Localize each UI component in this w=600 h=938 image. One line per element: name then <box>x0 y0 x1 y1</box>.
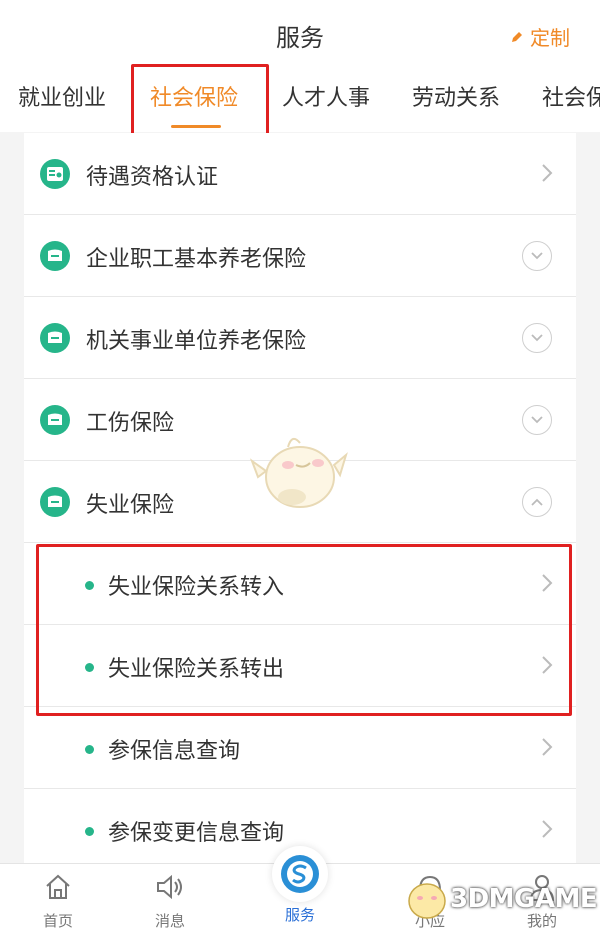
list-item-benefit-qualification[interactable]: 待遇资格认证 <box>24 133 576 215</box>
chevron-right-icon <box>542 164 553 182</box>
bullet-dot <box>85 745 94 754</box>
expand-toggle[interactable] <box>522 241 552 271</box>
service-center-button[interactable] <box>272 846 328 902</box>
list-item-label: 待遇资格认证 <box>86 165 219 190</box>
category-tabs: 就业创业 社会保险 人才人事 劳动关系 社会保 <box>0 70 600 132</box>
insurance-icon <box>40 323 70 353</box>
insurance-icon <box>40 241 70 271</box>
nav-service[interactable]: 服务 <box>260 898 340 925</box>
list-item-label: 企业职工基本养老保险 <box>86 247 307 272</box>
sub-item-label: 参保变更信息查询 <box>108 821 285 846</box>
chevron-down-icon <box>531 252 543 260</box>
chevron-down-icon <box>531 334 543 342</box>
collapse-toggle[interactable] <box>522 487 552 517</box>
certificate-icon <box>40 159 70 189</box>
tab-talent-personnel[interactable]: 人才人事 <box>282 80 370 112</box>
sub-item-label: 参保信息查询 <box>108 739 241 764</box>
header-bar: 服务 定制 <box>0 0 600 70</box>
chevron-up-icon <box>531 498 543 506</box>
nav-messages[interactable]: 消息 <box>130 870 210 931</box>
customize-label: 定制 <box>530 26 570 50</box>
tab-labor-relations[interactable]: 劳动关系 <box>412 80 500 112</box>
list-item-institution-pension[interactable]: 机关事业单位养老保险 <box>24 297 576 379</box>
mascot-watermark-icon <box>249 437 348 508</box>
sub-item-enrollment-query[interactable]: 参保信息查询 <box>24 707 576 789</box>
chevron-right-icon <box>542 738 553 756</box>
tab-social-security-partial[interactable]: 社会保 <box>542 80 600 112</box>
list-item-label: 失业保险 <box>86 493 175 518</box>
tab-highlight-box <box>131 64 269 136</box>
site-watermark: 3DMGAME <box>402 868 598 932</box>
insurance-icon <box>40 487 70 517</box>
nav-home[interactable]: 首页 <box>18 870 98 931</box>
tab-employment[interactable]: 就业创业 <box>18 80 106 112</box>
speaker-icon <box>157 874 182 900</box>
watermark-text: 3DMGAME <box>450 884 598 914</box>
bullet-dot <box>85 827 94 836</box>
list-item-enterprise-pension[interactable]: 企业职工基本养老保险 <box>24 215 576 297</box>
expand-toggle[interactable] <box>522 323 552 353</box>
chevron-down-icon <box>531 416 543 424</box>
nav-label: 消息 <box>154 912 185 930</box>
list-item-label: 工伤保险 <box>86 411 175 436</box>
customize-button[interactable]: 定制 <box>510 22 570 51</box>
expand-toggle[interactable] <box>522 405 552 435</box>
service-icon <box>281 855 319 893</box>
mascot-logo-icon <box>408 883 446 919</box>
nav-label: 首页 <box>42 912 73 930</box>
pencil-icon <box>510 25 524 49</box>
sub-items-highlight-box <box>36 544 572 716</box>
insurance-icon <box>40 405 70 435</box>
nav-label: 服务 <box>284 906 315 924</box>
home-icon <box>46 874 70 899</box>
chevron-right-icon <box>542 820 553 838</box>
list-item-label: 机关事业单位养老保险 <box>86 329 307 354</box>
